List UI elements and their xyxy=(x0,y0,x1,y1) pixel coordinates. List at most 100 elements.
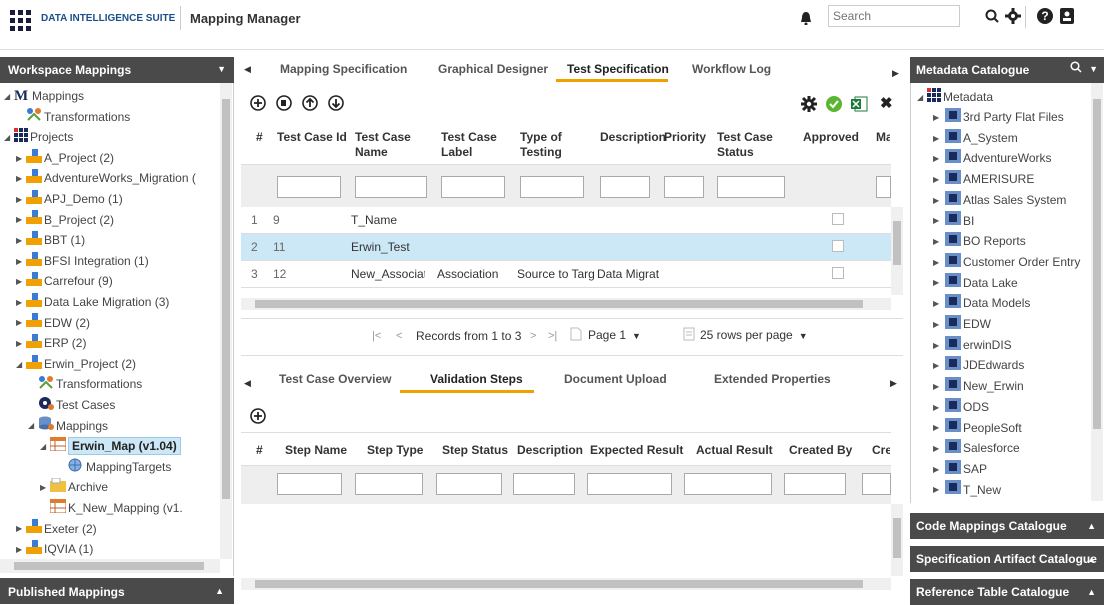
expand-closed-icon[interactable]: ▶ xyxy=(933,315,945,335)
tree-item[interactable]: ▶ Data Lake Migration (3) xyxy=(16,292,169,312)
chevron-up-icon[interactable]: ▲ xyxy=(1087,521,1096,531)
tree-item[interactable]: ▶ PeopleSoft xyxy=(933,418,1022,438)
expand-closed-icon[interactable]: ▶ xyxy=(16,252,26,272)
col-header-description[interactable]: Description xyxy=(600,130,666,145)
tree-item-selected[interactable]: ◢ Erwin_Map (v1.04) xyxy=(40,436,181,456)
filter-description[interactable] xyxy=(600,176,650,198)
filter-actual-result[interactable] xyxy=(684,473,772,495)
tree-item[interactable]: ▶ New_Erwin xyxy=(933,376,1024,396)
tree-item[interactable]: Transformations xyxy=(16,107,130,127)
col-header-test-case-status[interactable]: Test Case Status xyxy=(717,130,787,160)
search-input[interactable] xyxy=(828,5,960,27)
chevron-up-icon[interactable]: ▲ xyxy=(1087,554,1096,564)
expand-closed-icon[interactable]: ▶ xyxy=(933,480,945,500)
code-mappings-catalogue-header[interactable]: Code Mappings Catalogue ▲ xyxy=(910,513,1104,539)
expand-closed-icon[interactable]: ▶ xyxy=(933,232,945,252)
expand-open-icon[interactable]: ◢ xyxy=(16,355,26,375)
expand-open-icon[interactable]: ◢ xyxy=(4,87,14,107)
tree-item[interactable]: ▶ Atlas Sales System xyxy=(933,190,1066,210)
tree-item[interactable]: ▶ JDEdwards xyxy=(933,355,1024,375)
rows-per-page-selector[interactable]: 25 rows per page ▼ xyxy=(700,328,808,342)
expand-closed-icon[interactable]: ▶ xyxy=(933,149,945,169)
tree-item[interactable]: ▶ A_System xyxy=(933,128,1018,148)
expand-open-icon[interactable]: ◢ xyxy=(28,416,38,436)
tree-item[interactable]: ▶ Exeter (2) xyxy=(16,519,97,539)
expand-closed-icon[interactable]: ▶ xyxy=(16,293,26,313)
filter-description[interactable] xyxy=(513,473,575,495)
tree-item[interactable]: K_New_Mapping (v1. xyxy=(40,498,183,518)
filter-map[interactable] xyxy=(876,176,891,198)
expand-closed-icon[interactable]: ▶ xyxy=(933,211,945,231)
tree-item[interactable]: ◢ Mappings xyxy=(28,416,108,436)
filter-type-of-testing[interactable] xyxy=(520,176,584,198)
col-header-step-type[interactable]: Step Type xyxy=(367,443,423,458)
col-header-step-status[interactable]: Step Status xyxy=(442,443,508,458)
search-icon[interactable] xyxy=(985,9,999,26)
grid-cell[interactable]: Association xyxy=(437,267,511,281)
filter-test-case-id[interactable] xyxy=(277,176,341,198)
grid-cell[interactable]: Data Migrat xyxy=(597,267,671,281)
expand-closed-icon[interactable]: ▶ xyxy=(933,460,945,480)
tree-item[interactable]: ▶ BI xyxy=(933,211,974,231)
grid-cell[interactable]: T_Name xyxy=(351,213,425,227)
filter-test-case-name[interactable] xyxy=(355,176,427,198)
grid-cell[interactable]: 3 xyxy=(251,267,269,281)
tree-item[interactable]: ▶ T_New xyxy=(933,480,1001,500)
col-header-approved[interactable]: Approved xyxy=(803,130,859,145)
expand-closed-icon[interactable]: ▶ xyxy=(16,540,26,560)
tree-item[interactable]: ▶ BBT (1) xyxy=(16,230,85,250)
tab-graphical-designer[interactable]: Graphical Designer xyxy=(438,62,548,76)
approve-icon[interactable] xyxy=(825,95,843,116)
tab-validation-steps[interactable]: Validation Steps xyxy=(430,372,523,386)
move-up-icon[interactable] xyxy=(302,95,318,114)
col-header-created-by[interactable]: Created By xyxy=(789,443,852,458)
expand-closed-icon[interactable]: ▶ xyxy=(40,478,50,498)
col-header-test-case-label[interactable]: Test Case Label xyxy=(441,130,501,160)
tree-item[interactable]: ▶ EDW xyxy=(933,314,991,334)
tree-item[interactable]: ▶ APJ_Demo (1) xyxy=(16,189,123,209)
filter-priority[interactable] xyxy=(664,176,704,198)
tab-test-specification[interactable]: Test Specification xyxy=(567,62,669,76)
grid-cell[interactable]: Source to Targ xyxy=(517,267,595,281)
expand-closed-icon[interactable]: ▶ xyxy=(933,336,945,356)
tree-item[interactable]: ▶ SAP xyxy=(933,459,987,479)
expand-closed-icon[interactable]: ▶ xyxy=(16,231,26,251)
tree-item[interactable]: ▶ Salesforce xyxy=(933,438,1020,458)
expand-closed-icon[interactable]: ▶ xyxy=(933,398,945,418)
subtab-scroll-right-icon[interactable]: ▶ xyxy=(890,378,897,389)
chevron-down-icon[interactable]: ▼ xyxy=(1089,64,1098,74)
expand-closed-icon[interactable]: ▶ xyxy=(16,313,26,333)
col-header-priority[interactable]: Priority xyxy=(664,130,706,145)
grid-cell[interactable]: New_Associatior xyxy=(351,267,425,281)
expand-closed-icon[interactable]: ▶ xyxy=(933,108,945,128)
grid-cell[interactable]: Erwin_Test xyxy=(351,240,425,254)
expand-closed-icon[interactable]: ▶ xyxy=(933,439,945,459)
tree-item[interactable]: ▶ Data Lake xyxy=(933,273,1018,293)
search-icon[interactable] xyxy=(1070,61,1082,76)
expand-open-icon[interactable]: ◢ xyxy=(917,88,927,108)
expand-open-icon[interactable]: ◢ xyxy=(4,128,14,148)
expand-closed-icon[interactable]: ▶ xyxy=(933,170,945,190)
tab-mapping-specification[interactable]: Mapping Specification xyxy=(280,62,407,76)
col-header-map[interactable]: Map xyxy=(876,130,890,145)
grid-vertical-scrollbar[interactable] xyxy=(891,207,903,295)
expand-closed-icon[interactable]: ▶ xyxy=(16,334,26,354)
specification-artifact-catalogue-header[interactable]: Specification Artifact Catalogue ▲ xyxy=(910,546,1104,572)
add-step-icon[interactable] xyxy=(250,408,266,427)
bell-icon[interactable] xyxy=(800,11,812,28)
excel-export-icon[interactable] xyxy=(850,95,868,116)
vertical-scrollbar[interactable] xyxy=(220,83,232,559)
col-header-test-case-name[interactable]: Test Case Name xyxy=(355,130,425,160)
col-header-description[interactable]: Description xyxy=(517,443,583,458)
prev-page-icon[interactable]: < xyxy=(396,330,402,342)
col-header-type-of-testing[interactable]: Type of Testing xyxy=(520,130,580,160)
expand-open-icon[interactable]: ◢ xyxy=(40,437,50,457)
chevron-up-icon[interactable]: ▲ xyxy=(215,586,224,596)
grid-cell[interactable]: 11 xyxy=(273,240,343,254)
steps-horizontal-scrollbar[interactable] xyxy=(241,578,891,590)
tree-item[interactable]: ▶ Carrefour (9) xyxy=(16,271,113,291)
copy-icon[interactable] xyxy=(276,95,292,114)
tree-item[interactable]: ▶ AMERISURE xyxy=(933,169,1034,189)
grid-cell[interactable]: 1 xyxy=(251,213,269,227)
page-selector[interactable]: Page 1 ▼ xyxy=(588,328,641,342)
